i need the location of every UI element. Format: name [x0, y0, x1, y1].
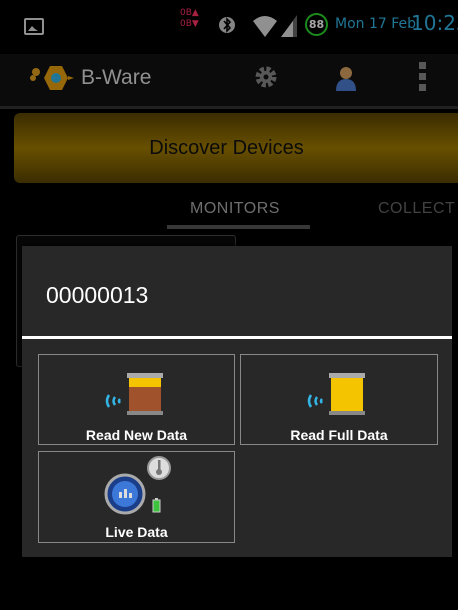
hive-read-full-icon — [307, 373, 365, 415]
live-gauge-icon — [104, 456, 171, 515]
dialog-divider — [22, 336, 452, 339]
hive-read-new-icon — [105, 373, 163, 415]
read-full-data-label: Read Full Data — [290, 427, 388, 443]
dialog-title: 00000013 — [46, 282, 149, 308]
read-new-data-label: Read New Data — [85, 427, 188, 443]
live-data-label: Live Data — [105, 524, 168, 540]
read-full-data-button[interactable]: Read Full Data — [240, 354, 438, 445]
live-data-button[interactable]: Live Data — [38, 451, 235, 543]
read-new-data-button[interactable]: Read New Data — [38, 354, 235, 445]
